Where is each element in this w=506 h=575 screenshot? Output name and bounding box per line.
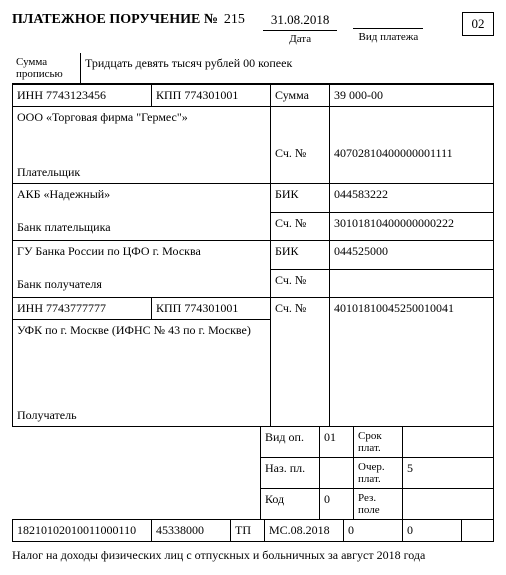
sum-value: 39 000-00	[330, 85, 494, 107]
rez-label: Рез. поле	[354, 489, 403, 520]
period: МС.08.2018	[265, 520, 344, 542]
payer-bank-acc-label: Сч. №	[271, 212, 330, 241]
f3	[462, 520, 494, 542]
payer-bank-acc: 30101810400000000222	[330, 212, 494, 241]
recip-bank-cell: ГУ Банка России по ЦФО г. Москва Банк по…	[13, 241, 271, 298]
payer-acc-label: Сч. №	[271, 143, 330, 184]
recip-acc-label: Сч. №	[271, 298, 330, 427]
vid-op: 01	[320, 427, 354, 458]
payer-bank-cell: АКБ «Надежный» Банк плательщика	[13, 184, 271, 241]
recip-bank-bik-label: БИК	[271, 241, 330, 270]
payer-acc: 40702810400000001111	[330, 143, 494, 184]
naz-pl-label: Наз. пл.	[261, 458, 320, 489]
sum-words-label: Сумма прописью	[12, 53, 81, 84]
doc-title: ПЛАТЕЖНОЕ ПОРУЧЕНИЕ №	[12, 12, 218, 28]
codes-table: Вид оп. 01 Срок плат. Наз. пл. Очер. пла…	[12, 426, 494, 520]
date-block: 31.08.2018 Дата	[263, 12, 338, 45]
sum-words-value: Тридцать девять тысяч рублей 00 копеек	[81, 53, 495, 84]
main-table: ИНН 7743123456 КПП 774301001 Сумма 39 00…	[12, 84, 494, 427]
tp: ТП	[231, 520, 265, 542]
payer-kpp-cell: КПП 774301001	[152, 85, 271, 107]
recip-bank-acc	[330, 269, 494, 298]
recip-bank-bik: 044525000	[330, 241, 494, 270]
paytype-label: Вид платежа	[353, 31, 423, 43]
kbk: 18210102010011000110	[13, 520, 152, 542]
oktmo: 45338000	[152, 520, 231, 542]
vid-op-label: Вид оп.	[261, 427, 320, 458]
sum-words-table: Сумма прописью Тридцать девять тысяч руб…	[12, 53, 494, 84]
payer-inn-cell: ИНН 7743123456	[13, 85, 152, 107]
document-header: ПЛАТЕЖНОЕ ПОРУЧЕНИЕ № 215 31.08.2018 Дат…	[12, 12, 494, 45]
date-value: 31.08.2018	[263, 12, 338, 31]
kod: 0	[320, 489, 354, 520]
f2: 0	[403, 520, 462, 542]
payment-purpose: Налог на доходы физических лиц с отпускн…	[12, 548, 494, 563]
recip-acc: 40101810045250010041	[330, 298, 494, 427]
recip-kpp-cell: КПП 774301001	[152, 298, 271, 320]
rez	[403, 489, 494, 520]
doc-number: 215	[224, 12, 245, 28]
naz-pl	[320, 458, 354, 489]
srok	[403, 427, 494, 458]
f1: 0	[344, 520, 403, 542]
date-label: Дата	[263, 33, 338, 45]
recip-inn-cell: ИНН 7743777777	[13, 298, 152, 320]
payer-bank-bik: 044583222	[330, 184, 494, 213]
ocher-label: Очер. плат.	[354, 458, 403, 489]
payer-bank-bik-label: БИК	[271, 184, 330, 213]
recip-bank-acc-label: Сч. №	[271, 269, 330, 298]
form-code-box: 02	[462, 12, 494, 36]
paytype-line	[353, 12, 423, 29]
kod-label: Код	[261, 489, 320, 520]
srok-label: Срок плат.	[354, 427, 403, 458]
paytype-block: Вид платежа	[353, 12, 423, 43]
ocher: 5	[403, 458, 494, 489]
payer-name-cell: ООО «Торговая фирма "Гермес"» Плательщик	[13, 107, 271, 184]
bottom-row-table: 18210102010011000110 45338000 ТП МС.08.2…	[12, 519, 494, 542]
sum-label: Сумма	[271, 85, 330, 107]
recip-name-cell: УФК по г. Москве (ИФНС № 43 по г. Москве…	[13, 320, 271, 427]
